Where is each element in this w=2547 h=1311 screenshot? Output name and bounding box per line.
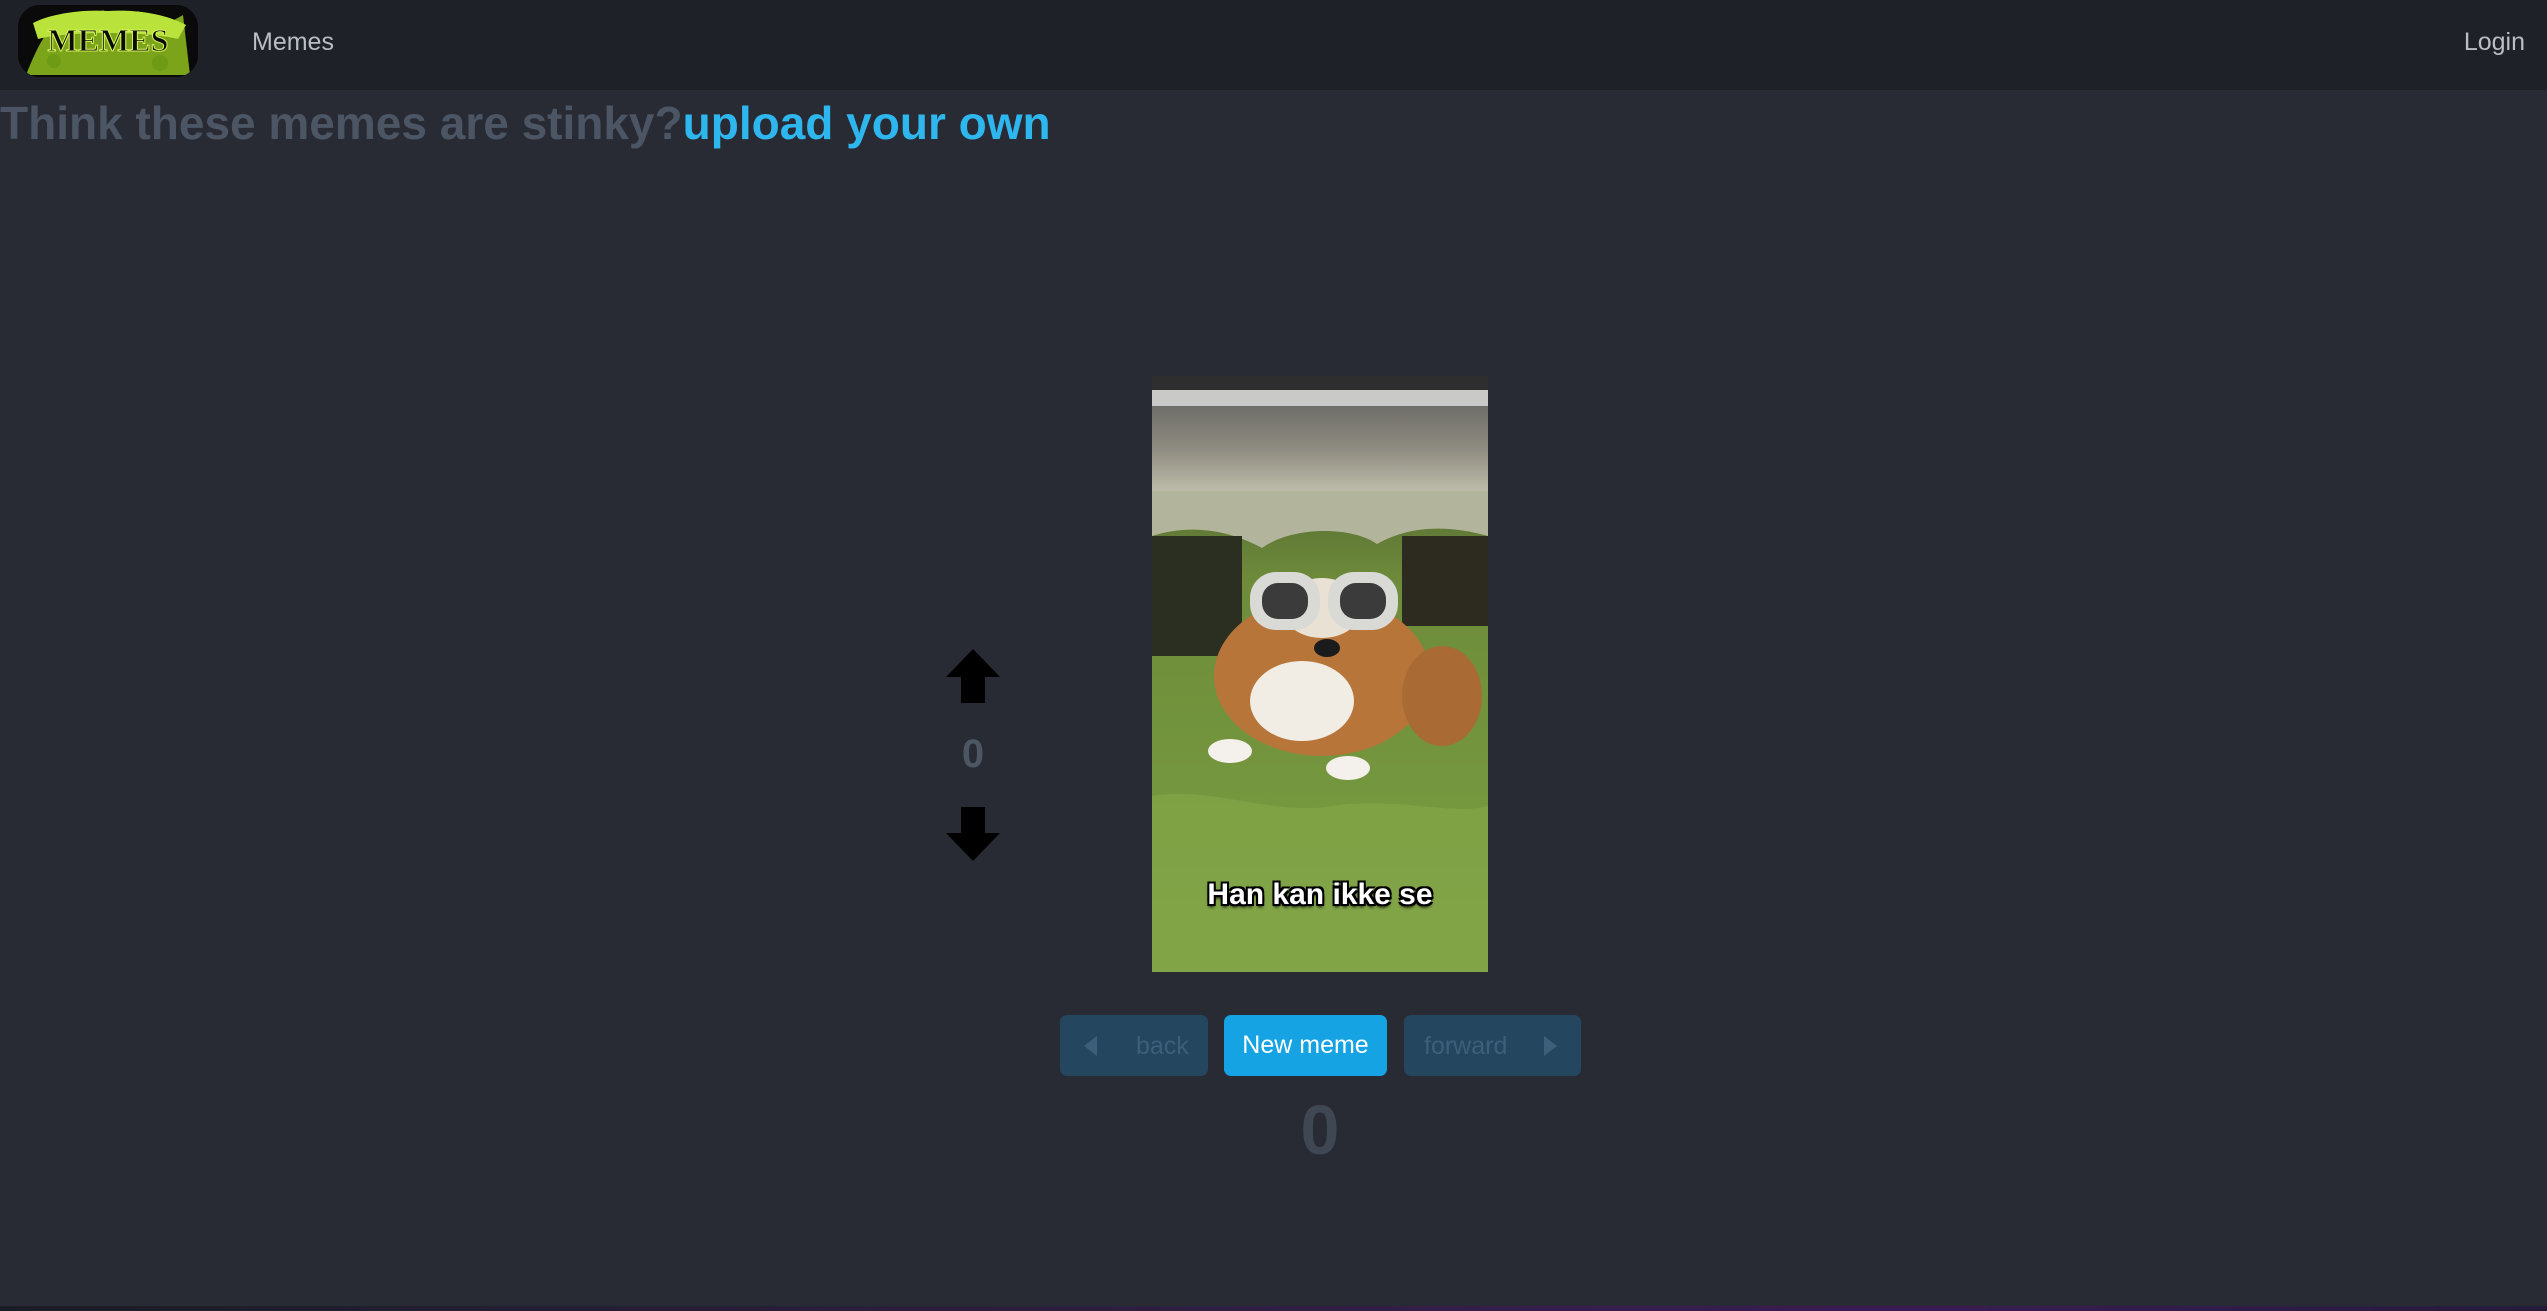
nav-login-link[interactable]: Login xyxy=(2464,28,2525,57)
back-button-label: back xyxy=(1136,1032,1189,1060)
bottom-strip xyxy=(0,1306,2547,1311)
upload-link[interactable]: upload your own xyxy=(683,97,1051,149)
upload-prompt-text: Think these memes are stinky? xyxy=(0,97,683,149)
chevron-left-icon xyxy=(1084,1036,1097,1056)
new-meme-button[interactable]: New meme xyxy=(1224,1015,1387,1076)
vote-count: 0 xyxy=(961,732,985,776)
navbar: MEMES Memes Login xyxy=(0,0,2547,90)
downvote-button[interactable] xyxy=(944,805,1002,863)
memes-logo[interactable]: MEMES xyxy=(18,5,198,77)
arrow-up-icon xyxy=(946,649,1000,703)
logo-text: MEMES xyxy=(48,22,169,58)
meme-counter: 0 xyxy=(1300,1091,1340,1169)
logo-graphic: MEMES xyxy=(18,5,198,77)
forward-button-label: forward xyxy=(1424,1032,1508,1060)
arrow-down-icon xyxy=(946,807,1000,861)
meme-caption: Han kan ikke se xyxy=(1207,878,1433,911)
nav-memes-link[interactable]: Memes xyxy=(252,28,334,57)
chevron-right-icon xyxy=(1544,1036,1557,1056)
new-meme-button-label: New meme xyxy=(1242,1031,1369,1059)
forward-button[interactable]: forward xyxy=(1404,1015,1581,1076)
upload-prompt: Think these memes are stinky?upload your… xyxy=(0,96,1051,150)
upvote-button[interactable] xyxy=(944,647,1002,705)
back-button[interactable]: back xyxy=(1060,1015,1208,1076)
meme-image: Han kan ikke se xyxy=(1152,376,1488,972)
